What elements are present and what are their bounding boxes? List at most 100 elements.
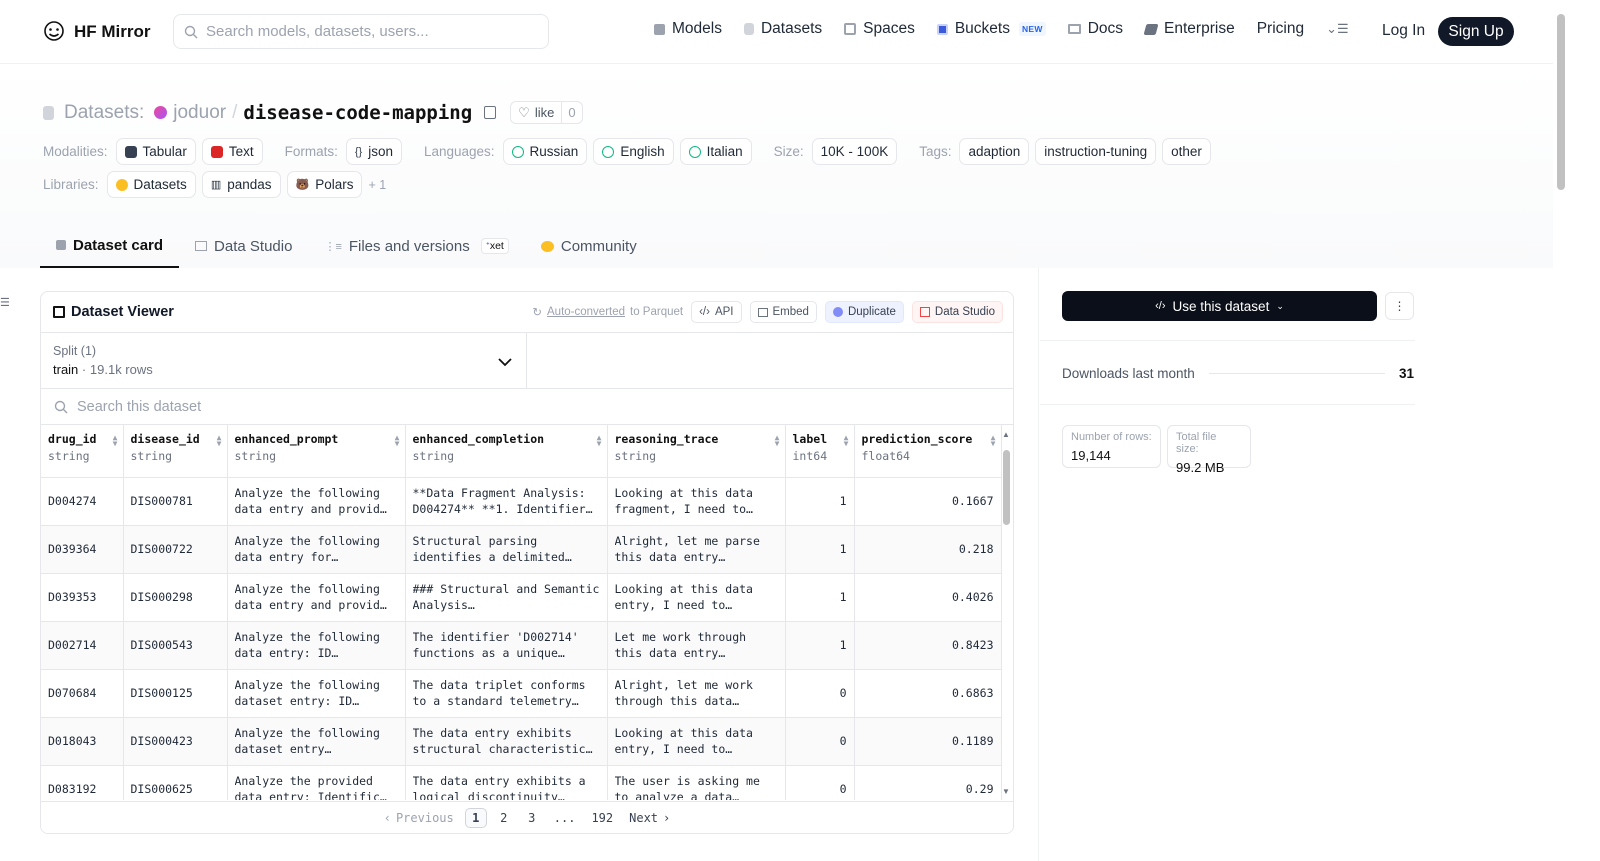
table-row[interactable]: D004274 DIS000781 Analyze the following da… xyxy=(41,477,1002,526)
table-row[interactable]: D039364 DIS000722 Analyze the following da… xyxy=(41,525,1002,574)
duplicate-button[interactable]: Duplicate xyxy=(824,301,904,323)
pagination: ‹ Previous 1 2 3 ... 192 Next › xyxy=(41,801,1013,833)
viewer-title: Dataset Viewer xyxy=(53,304,174,320)
sort-icon[interactable]: ▲ ▼ xyxy=(991,434,996,448)
nav-enterprise[interactable]: Enterprise xyxy=(1143,20,1235,38)
sort-icon[interactable]: ▲ ▼ xyxy=(395,434,400,448)
sort-icon[interactable]: ▲ ▼ xyxy=(597,434,602,448)
use-dataset-button[interactable]: ‹/› Use this dataset ⌄ xyxy=(1062,291,1377,321)
tag-english[interactable]: English xyxy=(593,138,674,165)
table-header: drug_id string ▲ ▼ disease_id string ▲ ▼ enhance… xyxy=(41,425,1002,478)
sidebar-toggle-icon[interactable]: ☰ xyxy=(0,296,10,309)
table-cell: Alright, let me work through this data… xyxy=(607,669,786,718)
table-cell: Analyze the following data entry: ID… xyxy=(227,621,406,670)
embed-button[interactable]: Embed xyxy=(749,301,817,323)
nav-datasets[interactable]: Datasets xyxy=(743,20,822,38)
page-3[interactable]: 3 xyxy=(521,808,543,828)
lib-polars[interactable]: 🐻 Polars xyxy=(286,171,363,198)
lib-pandas[interactable]: ▥ pandas xyxy=(201,171,281,198)
lib-datasets[interactable]: Datasets xyxy=(106,171,196,198)
table-cell: 1 xyxy=(785,477,855,526)
table-cell: DIS000543 xyxy=(123,621,228,670)
page-2[interactable]: 2 xyxy=(493,808,515,828)
page-last[interactable]: 192 xyxy=(586,808,618,828)
signup-button[interactable]: Sign Up xyxy=(1438,17,1514,46)
table-cell: Analyze the following data entry and pro… xyxy=(227,573,406,622)
table-cell: DIS000423 xyxy=(123,717,228,766)
column-header-prediction-score[interactable]: prediction_score float64 ▲ ▼ xyxy=(854,425,1002,478)
sort-icon[interactable]: ▲ ▼ xyxy=(113,434,118,448)
nav-spaces[interactable]: Spaces xyxy=(844,20,915,38)
tab-data-studio[interactable]: Data Studio xyxy=(179,224,308,268)
api-button[interactable]: ‹/› API xyxy=(691,301,742,323)
dataset-search-input[interactable]: Search this dataset xyxy=(41,389,1013,425)
table-cell: 0.4026 xyxy=(854,573,1002,622)
tag-russian[interactable]: Russian xyxy=(502,138,588,165)
table-cell: 0.6863 xyxy=(854,669,1002,718)
login-link[interactable]: Log In xyxy=(1382,22,1425,40)
globe-icon xyxy=(602,145,615,158)
auto-converted-link[interactable]: Auto-converted xyxy=(547,306,625,318)
copy-icon[interactable] xyxy=(484,106,497,119)
table-cell: D039353 xyxy=(41,573,124,622)
column-header-enhanced-prompt[interactable]: enhanced_prompt string ▲ ▼ xyxy=(227,425,406,478)
sort-icon[interactable]: ▲ ▼ xyxy=(775,434,780,448)
sort-icon[interactable]: ▲ ▼ xyxy=(217,434,222,448)
dataset-name[interactable]: disease-code-mapping xyxy=(243,102,472,124)
data-studio-button[interactable]: Data Studio xyxy=(911,301,1003,323)
tab-dataset-card[interactable]: Dataset card xyxy=(40,224,180,268)
nav-models[interactable]: Models xyxy=(654,20,722,38)
table-row[interactable]: D002714 DIS000543 Analyze the following da… xyxy=(41,621,1002,670)
chevron-down-icon xyxy=(498,358,512,367)
tab-files-versions[interactable]: ⋮≡ Files and versions ᐩxet xyxy=(308,224,524,268)
tag-json[interactable]: {} json xyxy=(345,138,402,165)
table-cell: **Data Fragment Analysis: D004274** **1.… xyxy=(405,477,608,526)
scroll-up-icon[interactable]: ▲ xyxy=(1002,430,1010,439)
scroll-down-icon[interactable]: ▼ xyxy=(1002,787,1010,796)
table-row[interactable]: D018043 DIS000423 Analyze the following da… xyxy=(41,717,1002,766)
table-row[interactable]: D039353 DIS000298 Analyze the following da… xyxy=(41,573,1002,622)
page-scroll-thumb[interactable] xyxy=(1557,14,1565,190)
nav-pricing[interactable]: Pricing xyxy=(1257,20,1304,38)
tag-instruction-tuning[interactable]: instruction-tuning xyxy=(1035,138,1157,165)
tag-other[interactable]: other xyxy=(1162,138,1211,165)
column-header-label[interactable]: label int64 ▲ ▼ xyxy=(785,425,855,478)
scroll-thumb[interactable] xyxy=(1003,450,1010,525)
table-cell: D039364 xyxy=(41,525,124,574)
table-cell: Looking at this data entry, I need to… xyxy=(607,717,786,766)
libraries-more[interactable]: + 1 xyxy=(368,178,386,192)
nav-docs[interactable]: Docs xyxy=(1067,20,1123,38)
table-row[interactable]: D083192 DIS000625 Analyze the provided dat… xyxy=(41,765,1002,800)
prev-page-button[interactable]: ‹ Previous xyxy=(379,808,459,828)
tab-community[interactable]: Community xyxy=(525,224,653,268)
column-header-disease-id[interactable]: disease_id string ▲ ▼ xyxy=(123,425,228,478)
column-header-drug-id[interactable]: drug_id string ▲ ▼ xyxy=(41,425,124,478)
viewer-header: Dataset Viewer ↻ Auto-converted to Parquet… xyxy=(41,292,1013,333)
like-button[interactable]: ♡ like 0 xyxy=(510,101,583,124)
more-menu-icon[interactable]: ⌄☰ xyxy=(1326,21,1349,37)
tag-tabular[interactable]: Tabular xyxy=(115,138,196,165)
grid-icon xyxy=(53,306,65,318)
nav-buckets[interactable]: Buckets NEW xyxy=(936,20,1046,38)
page-1[interactable]: 1 xyxy=(464,807,487,828)
code-icon: ‹/› xyxy=(699,306,710,318)
tag-text[interactable]: Text xyxy=(201,138,263,165)
tag-italian[interactable]: Italian xyxy=(679,138,752,165)
owner-link[interactable]: joduor xyxy=(173,102,226,124)
table-scrollbar[interactable]: ▲ ▼ xyxy=(999,430,1013,812)
next-page-button[interactable]: Next › xyxy=(624,808,675,828)
global-search-input[interactable]: Search models, datasets, users... xyxy=(173,14,549,49)
tag-size[interactable]: 10K - 100K xyxy=(811,138,898,165)
brand-logo[interactable]: HF Mirror xyxy=(42,20,151,44)
table-cell: The identifier 'D002714' functions as a … xyxy=(405,621,608,670)
dataset-tabs: Dataset card Data Studio ⋮≡ Files and ver… xyxy=(40,224,653,268)
split-selector[interactable]: Split (1) train · 19.1k rows xyxy=(41,333,527,388)
table-cell: 0.218 xyxy=(854,525,1002,574)
column-header-enhanced-completion[interactable]: enhanced_completion string ▲ ▼ xyxy=(405,425,608,478)
page-scrollbar[interactable] xyxy=(1553,0,1568,861)
more-options-button[interactable]: ⋮ xyxy=(1385,292,1414,320)
tag-adaption[interactable]: adaption xyxy=(959,138,1030,165)
sort-icon[interactable]: ▲ ▼ xyxy=(844,434,849,448)
table-row[interactable]: D070684 DIS000125 Analyze the following da… xyxy=(41,669,1002,718)
column-header-reasoning-trace[interactable]: reasoning_trace string ▲ ▼ xyxy=(607,425,786,478)
